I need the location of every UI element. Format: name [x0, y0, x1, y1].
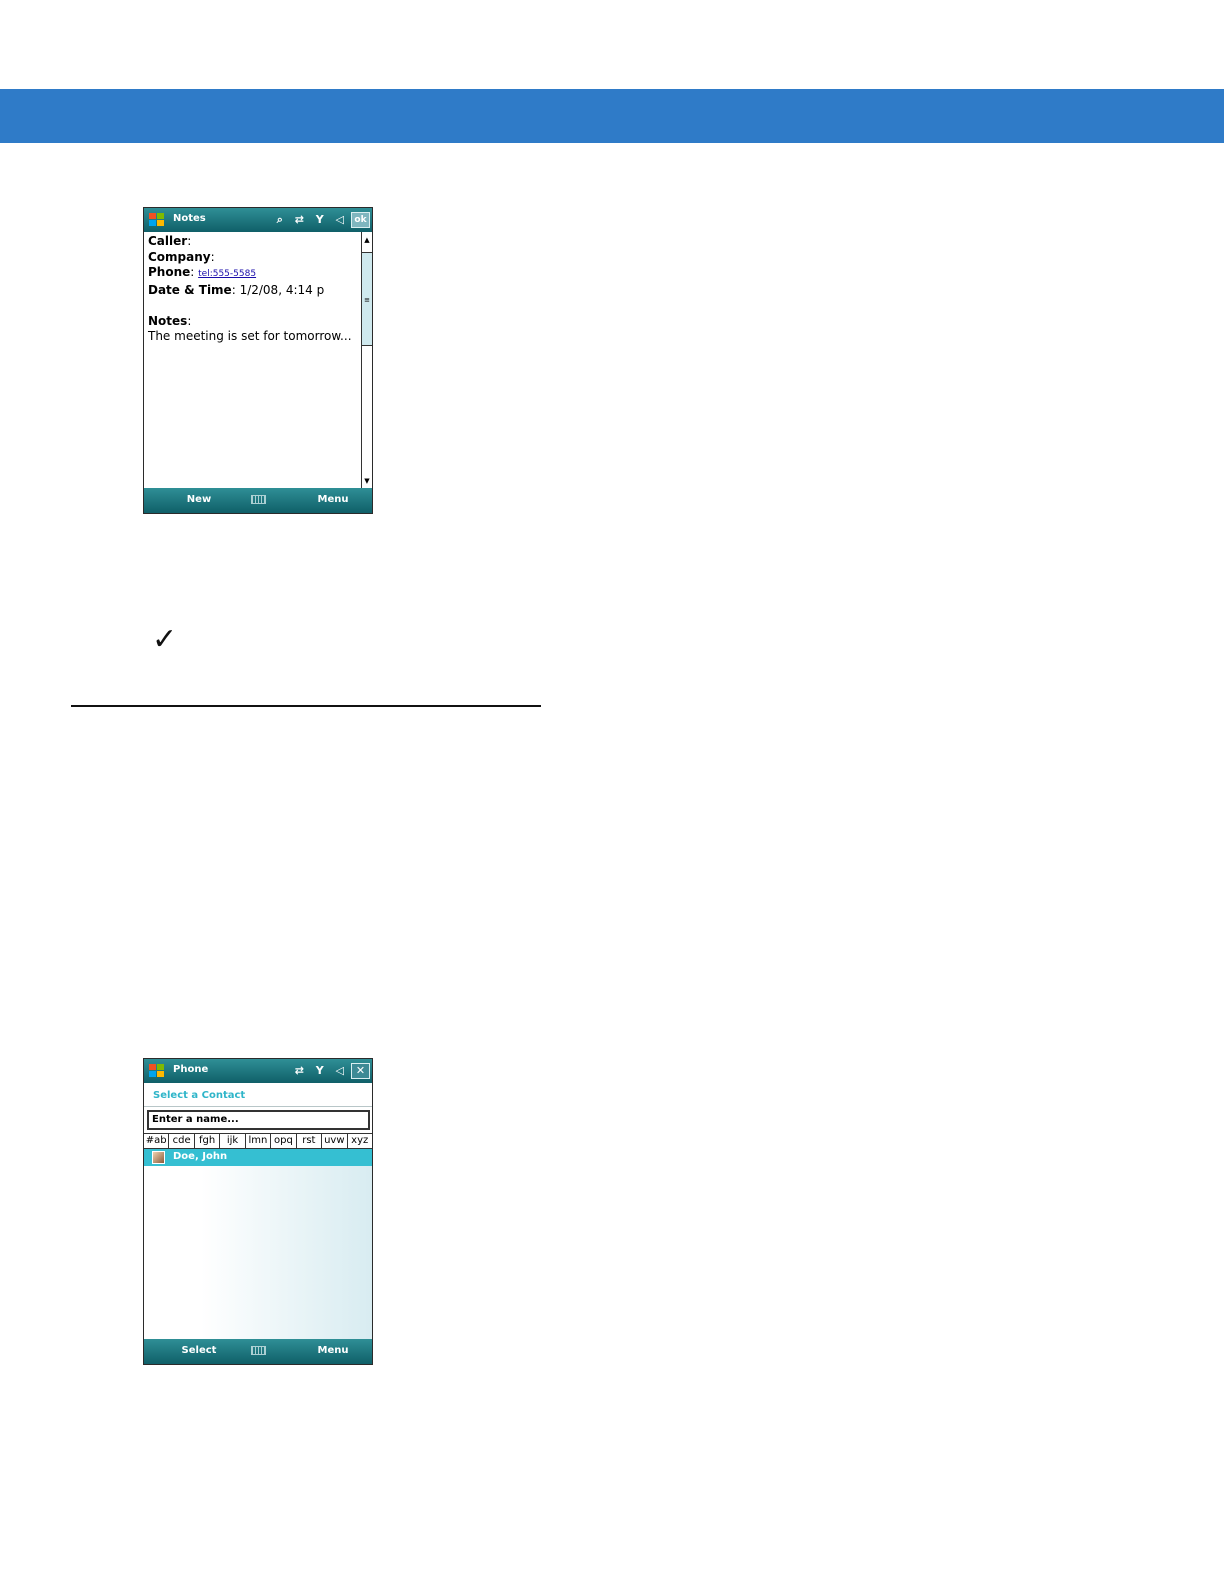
letter-tab[interactable]: xyz [348, 1134, 372, 1148]
letter-tab[interactable]: lmn [246, 1134, 272, 1148]
notes-screenshot: Notes ⌕ ⇄ Y ◁ ok Caller: Company: Phone:… [143, 207, 373, 514]
select-contact-heading: Select a Contact [153, 1090, 246, 1101]
softkey-bar: New Menu [144, 488, 372, 513]
notes-line: Notes: [148, 313, 192, 328]
notes-text: The meeting is set for tomorrow... [148, 329, 352, 343]
caller-label: Caller [148, 234, 188, 248]
letter-tab[interactable]: rst [297, 1134, 323, 1148]
scrollbar[interactable]: ▲ ≡ ▼ [361, 232, 372, 489]
letter-tab[interactable]: #ab [144, 1134, 170, 1148]
contact-name: Doe, John [173, 1151, 228, 1162]
letter-tab[interactable]: fgh [195, 1134, 221, 1148]
keyboard-icon[interactable] [251, 1346, 266, 1355]
phone-label: Phone [148, 265, 191, 279]
letter-tab[interactable]: cde [169, 1134, 195, 1148]
windows-start-icon[interactable] [148, 1063, 166, 1079]
new-softkey[interactable]: New [174, 494, 224, 505]
ok-button[interactable]: ok [351, 212, 370, 228]
datetime-line: Date & Time: 1/2/08, 4:14 p [148, 282, 325, 297]
app-title: Phone [173, 1064, 209, 1075]
title-bar: Notes ⌕ ⇄ Y ◁ ok [144, 208, 372, 232]
heading-divider [144, 1106, 372, 1107]
close-button[interactable]: ✕ [351, 1063, 370, 1079]
caller-line: Caller: [148, 234, 192, 248]
letter-tabs: #ab cde fgh ijk lmn opq rst uvw xyz [144, 1133, 372, 1149]
status-icons: ⌕ ⇄ Y ◁ [276, 213, 348, 226]
title-bar: Phone ⇄ Y ◁ ✕ [144, 1059, 372, 1083]
datetime-value: 1/2/08, 4:14 p [239, 282, 325, 297]
scroll-thumb[interactable]: ≡ [362, 252, 372, 346]
letter-tab[interactable]: uvw [322, 1134, 348, 1148]
phone-line: Phone: tel:555-5585 [148, 265, 257, 279]
company-line: Company: [148, 249, 215, 264]
softkey-bar: Select Menu [144, 1339, 372, 1364]
notes-label: Notes [148, 313, 188, 328]
menu-softkey[interactable]: Menu [308, 1345, 358, 1356]
phone-screenshot: Phone ⇄ Y ◁ ✕ Select a Contact Enter a n… [143, 1058, 373, 1365]
contact-list [144, 1149, 372, 1340]
note-content[interactable]: Caller: Company: Phone: tel:555-5585 Dat… [148, 234, 358, 345]
windows-start-icon[interactable] [148, 212, 166, 228]
list-item[interactable]: Doe, John [144, 1149, 372, 1166]
scroll-down-icon[interactable]: ▼ [362, 475, 372, 487]
avatar [152, 1151, 165, 1164]
divider-rule [71, 705, 541, 707]
phone-link[interactable]: tel:555-5585 [198, 269, 256, 279]
app-title: Notes [173, 213, 206, 224]
checkmark-icon: ✓ [152, 622, 178, 657]
keyboard-icon[interactable] [251, 495, 266, 504]
letter-tab[interactable]: opq [271, 1134, 297, 1148]
letter-tab[interactable]: ijk [220, 1134, 246, 1148]
status-icons: ⇄ Y ◁ [294, 1064, 348, 1077]
name-search-input[interactable]: Enter a name... [147, 1110, 370, 1130]
header-banner [0, 89, 1224, 143]
datetime-label: Date & Time [148, 282, 232, 297]
select-softkey[interactable]: Select [174, 1345, 224, 1356]
company-label: Company [148, 249, 211, 264]
menu-softkey[interactable]: Menu [308, 494, 358, 505]
scroll-up-icon[interactable]: ▲ [362, 234, 372, 246]
